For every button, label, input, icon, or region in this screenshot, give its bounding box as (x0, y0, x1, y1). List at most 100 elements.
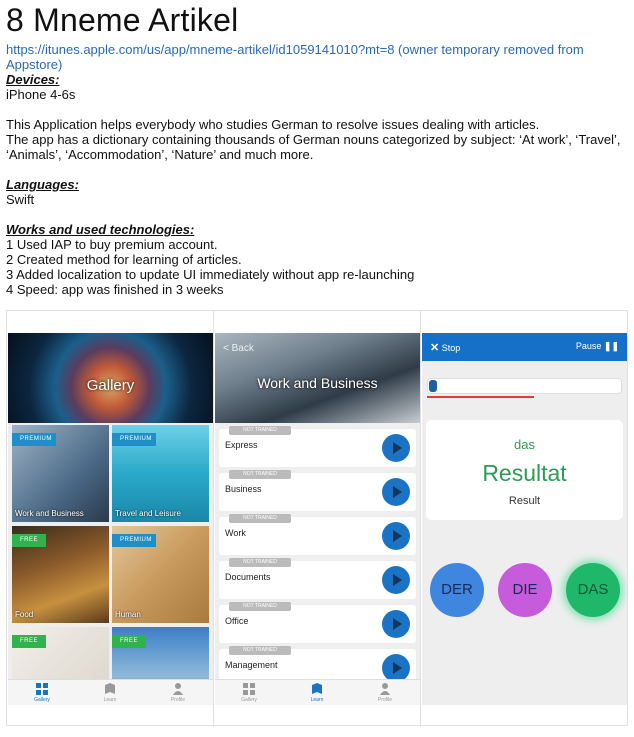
das-button[interactable]: DAS (566, 563, 620, 617)
page-title: 8 Mneme Artikel (6, 2, 239, 38)
lesson-label: Documents (225, 572, 271, 582)
tab-label: Profile (170, 697, 186, 703)
works-item: 3 Added localization to update UI immedi… (6, 267, 415, 282)
lesson-row[interactable]: NOT TRAINED Office (219, 602, 416, 643)
free-ribbon: FREE (12, 635, 46, 648)
play-icon[interactable] (382, 654, 410, 682)
category-tile-travel[interactable]: PREMIUM Travel and Leisure (112, 425, 209, 522)
person-icon (173, 683, 183, 695)
tab-learn[interactable]: Learn (76, 682, 144, 703)
book-icon (312, 683, 322, 694)
appstore-link[interactable]: https://itunes.apple.com/us/app/mneme-ar… (6, 42, 628, 72)
tile-label: Travel and Leisure (115, 509, 181, 518)
tab-label: Gallery (34, 697, 50, 703)
lesson-row[interactable]: NOT TRAINED Express (219, 426, 416, 467)
play-icon[interactable] (382, 566, 410, 594)
category-tile-human[interactable]: PREMIUM Human (112, 526, 209, 623)
languages-text: Swift (6, 192, 35, 207)
grid-icon (36, 683, 48, 695)
quiz-header: ✕ Stop Pause ❚❚ (422, 333, 627, 361)
lesson-label: Business (225, 484, 262, 494)
play-icon[interactable] (382, 478, 410, 506)
not-trained-badge: NOT TRAINED (229, 426, 291, 435)
tab-label: Learn (103, 697, 117, 703)
lesson-row[interactable]: NOT TRAINED Work (219, 514, 416, 555)
screenshot-category-cell: < Back Work and Business NOT TRAINED Exp… (214, 311, 421, 727)
tab-gallery[interactable]: Gallery (215, 682, 283, 703)
play-icon[interactable] (382, 434, 410, 462)
lesson-label: Office (225, 616, 249, 626)
tab-label: Gallery (241, 697, 257, 703)
screenshots-table: Gallery PREMIUM Work and Business PREMIU… (6, 310, 628, 727)
tab-bar: Gallery Learn Profile (8, 679, 213, 705)
tab-gallery[interactable]: Gallery (8, 682, 76, 703)
screenshot-gallery-cell: Gallery PREMIUM Work and Business PREMIU… (7, 311, 214, 727)
free-ribbon: FREE (12, 534, 46, 547)
category-tile-work[interactable]: PREMIUM Work and Business (12, 425, 109, 522)
not-trained-badge: NOT TRAINED (229, 470, 291, 479)
gallery-banner-title: Gallery (86, 377, 135, 394)
works-item: 2 Created method for learning of article… (6, 252, 242, 267)
works-heading: Works and used technologies: (6, 222, 195, 237)
works-item: 4 Speed: app was finished in 3 weeks (6, 282, 224, 297)
tab-bar: Gallery Learn Profile (215, 679, 420, 705)
devices-text: iPhone 4-6s (6, 87, 76, 102)
pause-icon: ❚❚ (603, 341, 619, 351)
stop-button[interactable]: ✕ Stop (430, 341, 460, 354)
devices-heading: Devices: (6, 72, 60, 87)
premium-ribbon: PREMIUM (12, 433, 56, 446)
category-tile-food[interactable]: FREE Food (12, 526, 109, 623)
free-ribbon: FREE (112, 635, 146, 648)
gallery-screen: Gallery PREMIUM Work and Business PREMIU… (8, 333, 213, 705)
category-screen: < Back Work and Business NOT TRAINED Exp… (215, 333, 420, 705)
translation-text: Result (508, 495, 541, 507)
progress-fill (429, 380, 437, 392)
error-progress-line (427, 396, 534, 398)
tile-label: Food (15, 610, 34, 619)
tab-profile[interactable]: Profile (144, 682, 212, 703)
premium-ribbon: PREMIUM (112, 534, 156, 547)
works-item: 1 Used IAP to buy premium account. (6, 237, 218, 252)
lesson-label: Management (225, 660, 278, 670)
play-icon[interactable] (382, 610, 410, 638)
lesson-label: Express (225, 440, 258, 450)
not-trained-badge: NOT TRAINED (229, 646, 291, 655)
premium-ribbon: PREMIUM (112, 433, 156, 446)
tile-label: Work and Business (15, 509, 84, 518)
not-trained-badge: NOT TRAINED (229, 514, 291, 523)
grid-icon (243, 683, 255, 695)
lesson-row[interactable]: NOT TRAINED Documents (219, 558, 416, 599)
der-button[interactable]: DER (430, 563, 484, 617)
word-text: Resultat (482, 460, 567, 486)
not-trained-badge: NOT TRAINED (229, 602, 291, 611)
die-button[interactable]: DIE (498, 563, 552, 617)
tile-label: Human (115, 610, 141, 619)
play-icon[interactable] (382, 522, 410, 550)
tab-label: Learn (310, 697, 324, 703)
word-card: das Resultat Result (426, 420, 623, 520)
description-line-2: The app has a dictionary containing thou… (6, 132, 621, 162)
back-button[interactable]: < Back (223, 343, 254, 354)
screenshot-quiz-cell: ✕ Stop Pause ❚❚ das Resultat Result DER … (421, 311, 628, 727)
progress-bar (427, 378, 622, 394)
person-icon (380, 683, 390, 695)
tab-label: Profile (377, 697, 393, 703)
description-line-1: This Application helps everybody who stu… (6, 117, 540, 132)
pause-label: Pause (575, 341, 602, 351)
book-icon (105, 683, 115, 694)
tab-learn[interactable]: Learn (283, 682, 351, 703)
category-title: Work and Business (257, 375, 378, 391)
close-icon: ✕ (430, 342, 440, 354)
tab-profile[interactable]: Profile (351, 682, 419, 703)
pause-button[interactable]: Pause ❚❚ (576, 341, 619, 352)
article-text: das (514, 437, 535, 452)
lesson-row[interactable]: NOT TRAINED Business (219, 470, 416, 511)
not-trained-badge: NOT TRAINED (229, 558, 291, 567)
gallery-banner: Gallery (8, 333, 213, 423)
category-header: < Back Work and Business (215, 333, 420, 423)
languages-heading: Languages: (6, 177, 79, 192)
document: 8 Mneme Artikel https://itunes.apple.com… (6, 0, 628, 297)
lesson-label: Work (225, 528, 246, 538)
stop-label: Stop (441, 343, 461, 353)
quiz-screen: ✕ Stop Pause ❚❚ das Resultat Result DER … (422, 333, 627, 705)
